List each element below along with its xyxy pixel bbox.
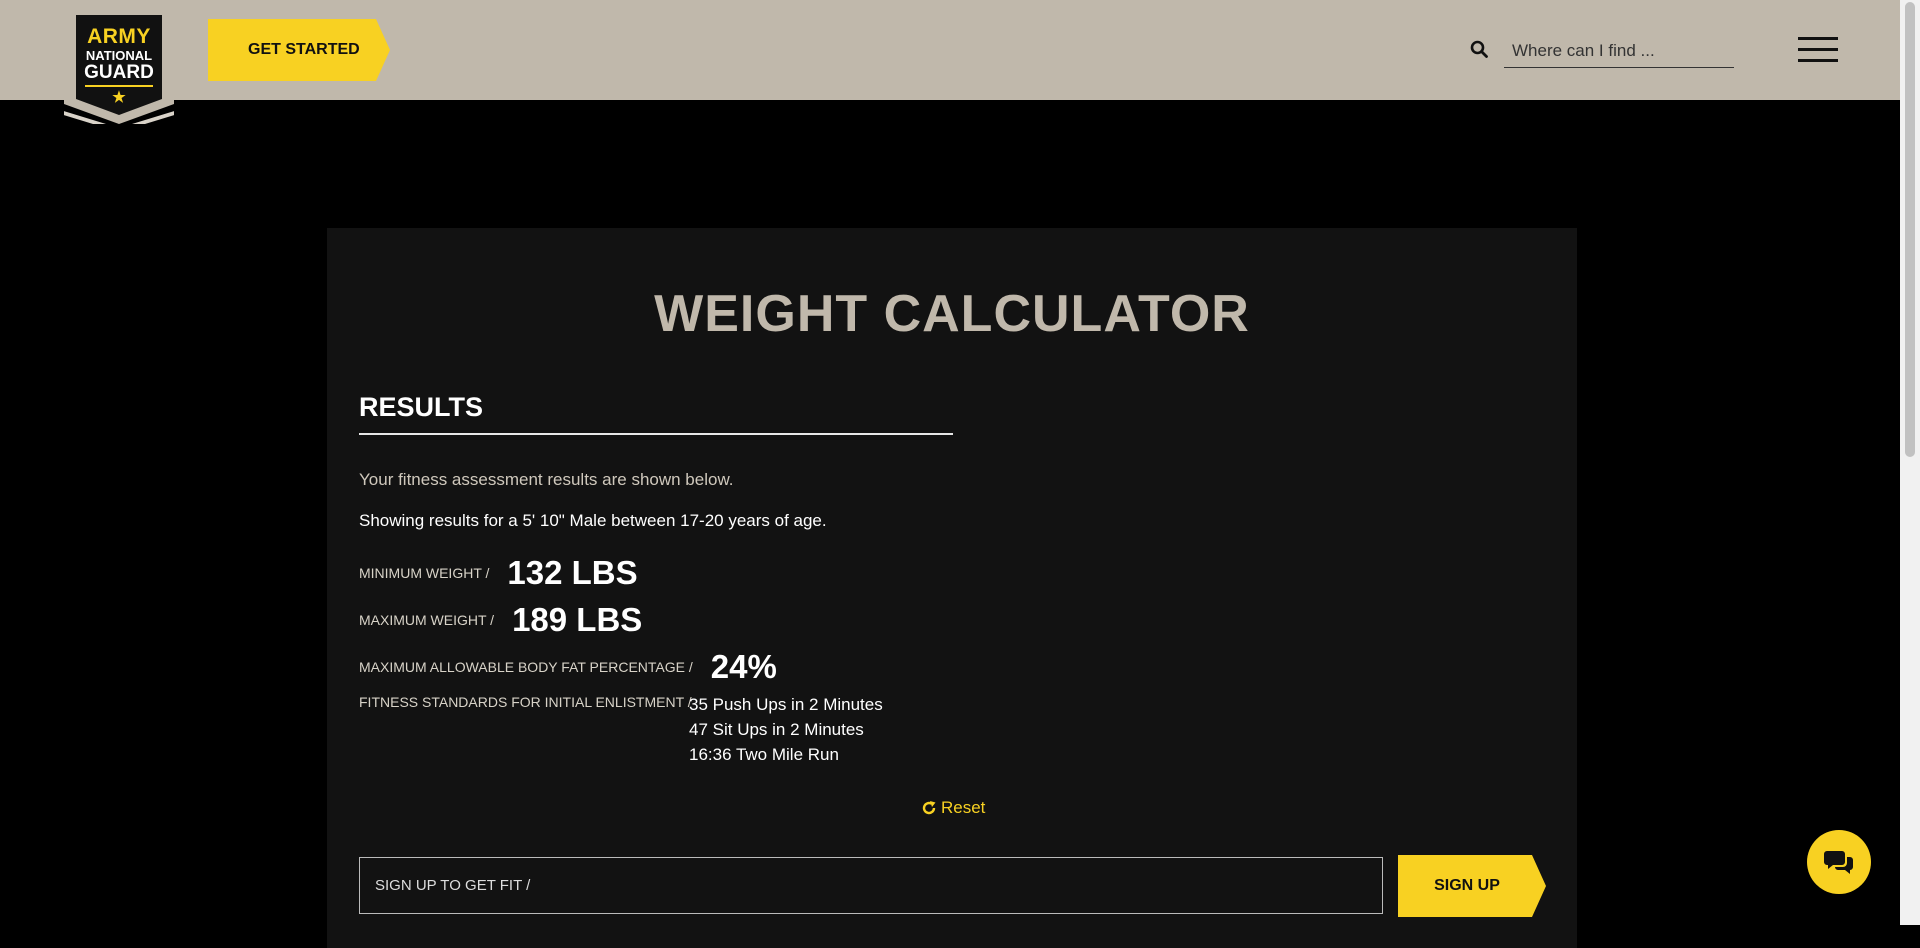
- scrollbar-thumb[interactable]: [1905, 2, 1915, 457]
- get-started-label: GET STARTED: [248, 41, 360, 58]
- reset-label: Reset: [941, 798, 986, 817]
- body-fat-value: 24%: [710, 648, 777, 685]
- fitness-standard-item: 35 Push Ups in 2 Minutes: [689, 695, 883, 714]
- logo-army-text: ARMY: [87, 25, 151, 48]
- hamburger-menu-icon[interactable]: [1798, 37, 1838, 63]
- chat-bubbles-icon: [1824, 851, 1853, 874]
- page-scrollbar[interactable]: [1900, 0, 1920, 925]
- logo-divider: [85, 85, 153, 87]
- body-fat-row: MAXIMUM ALLOWABLE BODY FAT PERCENTAGE / …: [359, 648, 777, 686]
- logo-star-icon: ★: [112, 89, 126, 106]
- weight-calculator-card: WEIGHT CALCULATOR RESULTS Your fitness a…: [327, 228, 1577, 948]
- minimum-weight-value: 132 LBS: [507, 554, 638, 591]
- logo-guard-text: GUARD: [84, 62, 154, 83]
- menu-line: [1798, 59, 1838, 62]
- menu-line: [1798, 48, 1838, 51]
- results-criteria-text: Showing results for a 5' 10" Male betwee…: [359, 511, 827, 530]
- results-heading: RESULTS: [359, 392, 953, 435]
- get-started-button[interactable]: GET STARTED: [208, 19, 390, 81]
- refresh-icon: [922, 801, 936, 815]
- page-title: WEIGHT CALCULATOR: [654, 285, 1250, 343]
- fitness-standards-list: 35 Push Ups in 2 Minutes 47 Sit Ups in 2…: [689, 692, 883, 767]
- army-national-guard-logo[interactable]: ARMY NATIONAL GUARD ★: [64, 12, 174, 124]
- signup-email-field[interactable]: [359, 857, 1383, 914]
- logo-wordmark: ARMY NATIONAL GUARD ★: [64, 26, 174, 105]
- maximum-weight-row: MAXIMUM WEIGHT / 189 LBS: [359, 601, 642, 639]
- fitness-standard-item: 16:36 Two Mile Run: [689, 745, 839, 764]
- search-input[interactable]: [1504, 34, 1734, 68]
- maximum-weight-value: 189 LBS: [512, 601, 643, 638]
- body-fat-label: MAXIMUM ALLOWABLE BODY FAT PERCENTAGE /: [359, 659, 693, 675]
- sign-up-button[interactable]: SIGN UP: [1398, 855, 1546, 917]
- menu-line: [1798, 37, 1838, 40]
- minimum-weight-row: MINIMUM WEIGHT / 132 LBS: [359, 554, 638, 592]
- reset-button[interactable]: Reset: [921, 798, 985, 818]
- logo-national-text: NATIONAL: [85, 48, 153, 63]
- minimum-weight-label: MINIMUM WEIGHT /: [359, 565, 490, 581]
- fitness-standards-label: FITNESS STANDARDS FOR INITIAL ENLISTMENT…: [359, 694, 692, 710]
- chat-button[interactable]: [1807, 830, 1871, 894]
- fitness-standard-item: 47 Sit Ups in 2 Minutes: [689, 720, 864, 739]
- search-icon[interactable]: [1470, 40, 1488, 58]
- sign-up-label: SIGN UP: [1434, 877, 1500, 894]
- maximum-weight-label: MAXIMUM WEIGHT /: [359, 612, 495, 628]
- results-intro-text: Your fitness assessment results are show…: [359, 470, 734, 489]
- top-navigation-bar: ARMY NATIONAL GUARD ★ GET STARTED: [0, 0, 1900, 124]
